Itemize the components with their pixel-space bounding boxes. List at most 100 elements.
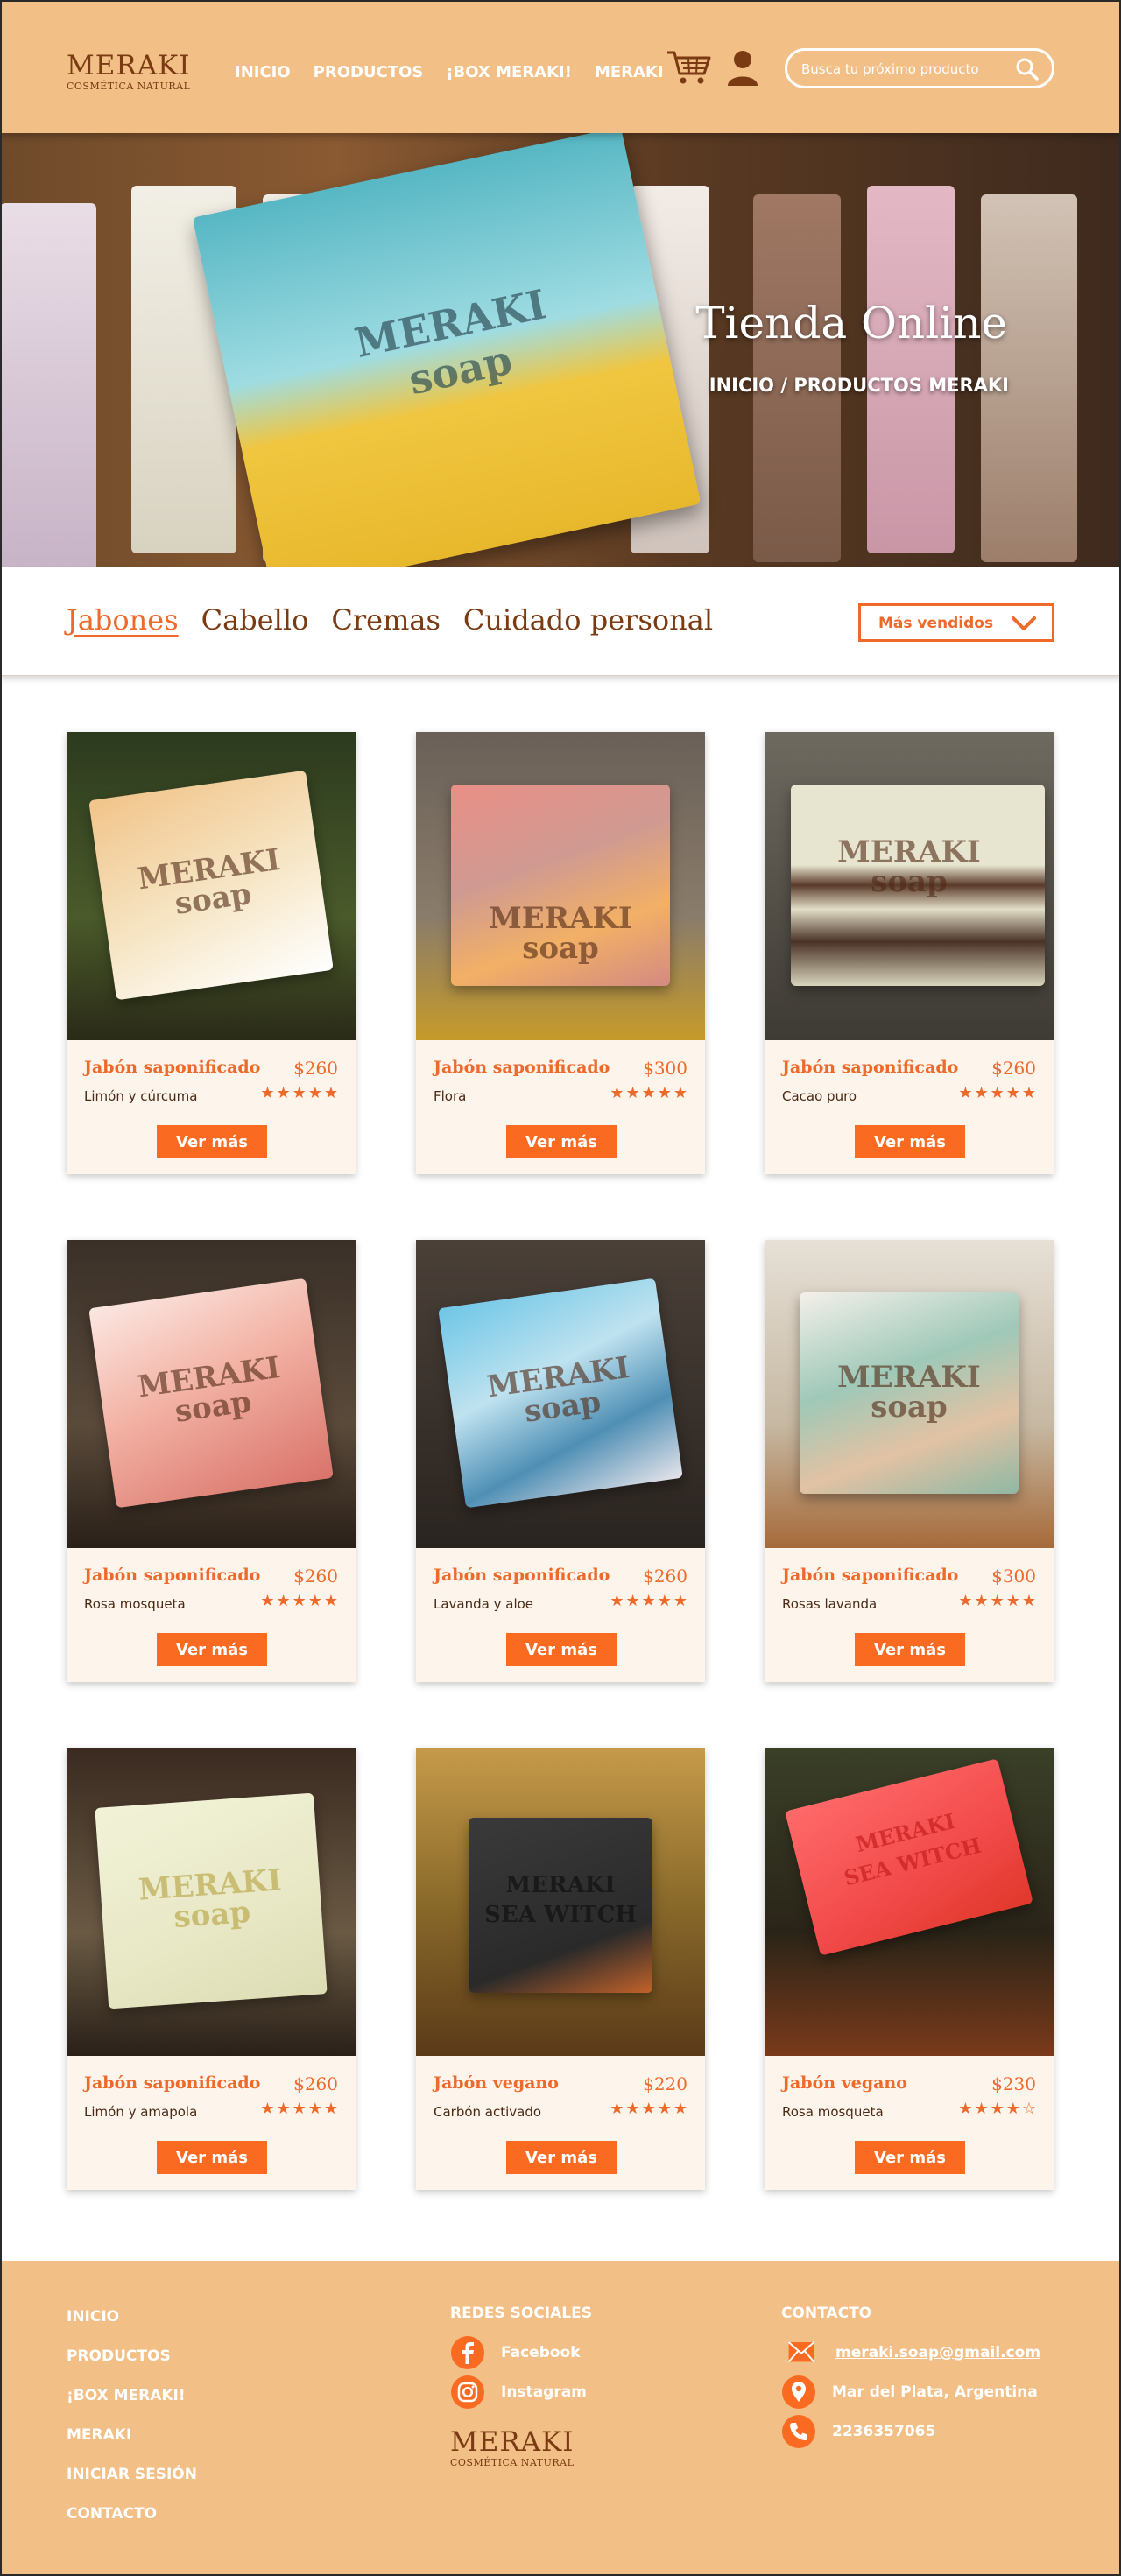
product-title: Jabón vegano [782, 2073, 907, 2093]
footer-link-box-meraki[interactable]: ¡BOX MERAKI! [67, 2383, 197, 2423]
mail-icon [787, 2340, 815, 2362]
product-image[interactable]: MERAKI soap [67, 1240, 356, 1548]
product-title: Jabón vegano [434, 2073, 559, 2093]
rating-stars: ★★★★☆ [958, 2100, 1038, 2118]
hero-title: Tienda Online [695, 298, 1007, 348]
facebook-link[interactable]: Facebook [450, 2333, 592, 2372]
ver-mas-button[interactable]: Ver más [157, 1125, 267, 1158]
search-bar [785, 48, 1054, 88]
contact-phone[interactable]: 2236357065 [781, 2411, 1040, 2451]
ver-mas-button[interactable]: Ver más [506, 2141, 617, 2174]
footer-link-productos[interactable]: PRODUCTOS [67, 2344, 197, 2383]
sort-dropdown[interactable]: Más vendidos [858, 603, 1054, 642]
tab-jabones[interactable]: Jabones [67, 603, 179, 637]
product-variant: Flora [434, 1088, 467, 1104]
footer-link-meraki[interactable]: MERAKI [67, 2423, 197, 2462]
footer-link-iniciar-sesion[interactable]: INICIAR SESIÓN [67, 2462, 197, 2502]
product-card: MERAKI SEA WITCH Jabón vegano $220 Carbón… [416, 1748, 705, 2190]
product-variant: Carbón activado [434, 2104, 542, 2120]
location-pin-icon [782, 2375, 815, 2409]
product-card: MERAKI soap Jabón saponificado $260 Rosa … [67, 1240, 356, 1682]
instagram-label: Instagram [501, 2382, 587, 2401]
product-card: MERAKI soap Jabón saponificado $300 Flora… [416, 732, 705, 1174]
contact-phone-text: 2236357065 [832, 2422, 936, 2440]
hero-soap-bar [0, 203, 96, 567]
footer-social: REDES SOCIALES Facebook Instagram MERAKI… [450, 2305, 592, 2468]
ver-mas-button[interactable]: Ver más [855, 2141, 965, 2174]
logo-name: MERAKI [67, 50, 191, 81]
product-title: Jabón saponificado [782, 1566, 959, 1585]
logo-tagline: COSMÉTICA NATURAL [67, 81, 191, 92]
product-card: MERAKI SEA WITCH Jabón vegano $230 Rosa m… [765, 1748, 1054, 2190]
product-title: Jabón saponificado [434, 1058, 610, 1077]
product-image[interactable]: MERAKI soap [67, 732, 356, 1040]
ver-mas-button[interactable]: Ver más [855, 1633, 965, 1666]
contact-heading: CONTACTO [781, 2305, 872, 2322]
instagram-link[interactable]: Instagram [450, 2372, 592, 2411]
brand-logo[interactable]: MERAKI COSMÉTICA NATURAL [67, 51, 191, 92]
nav-meraki[interactable]: MERAKI [595, 63, 664, 81]
footer-link-inicio[interactable]: INICIO [67, 2305, 197, 2344]
rating-stars: ★★★★★ [958, 1084, 1038, 1102]
contact-email-text: meraki.soap@gmail.com [835, 2343, 1041, 2361]
tab-cremas[interactable]: Cremas [331, 603, 441, 637]
product-variant: Rosas lavanda [782, 1596, 878, 1612]
product-price: $260 [991, 1058, 1036, 1079]
product-image[interactable]: MERAKI SEA WITCH [765, 1748, 1054, 2056]
product-price: $300 [991, 1566, 1036, 1587]
footer-logo-name: MERAKI [450, 2426, 575, 2458]
product-variant: Rosa mosqueta [84, 1596, 186, 1612]
tab-cuidado-personal[interactable]: Cuidado personal [463, 603, 713, 637]
product-image[interactable]: MERAKI soap [416, 732, 705, 1040]
rating-stars: ★★★★★ [610, 2100, 689, 2118]
product-title: Jabón saponificado [84, 1058, 261, 1077]
chevron-down-icon [1012, 616, 1036, 630]
category-bar: Jabones Cabello Cremas Cuidado personal … [0, 567, 1121, 676]
sort-label: Más vendidos [878, 615, 994, 632]
footer-link-contacto[interactable]: CONTACTO [67, 2502, 197, 2541]
site-header: MERAKI COSMÉTICA NATURAL INICIO PRODUCTO… [0, 0, 1121, 133]
cart-icon[interactable] [666, 49, 711, 86]
rating-stars: ★★★★★ [260, 2100, 340, 2118]
footer-logo: MERAKI COSMÉTICA NATURAL [450, 2427, 592, 2468]
product-price: $260 [293, 2073, 338, 2094]
tab-cabello[interactable]: Cabello [201, 603, 309, 637]
product-image[interactable]: MERAKI SEA WITCH [416, 1748, 705, 2056]
ver-mas-button[interactable]: Ver más [157, 2141, 267, 2174]
product-price: $300 [643, 1058, 687, 1079]
social-heading: REDES SOCIALES [450, 2305, 592, 2322]
user-icon[interactable] [725, 49, 760, 86]
breadcrumb[interactable]: INICIO / PRODUCTOS MERAKI [709, 375, 1009, 396]
product-image[interactable]: MERAKI soap [765, 1240, 1054, 1548]
product-price: $230 [991, 2073, 1036, 2094]
ver-mas-button[interactable]: Ver más [506, 1633, 617, 1666]
contact-location-text: Mar del Plata, Argentina [832, 2382, 1038, 2401]
search-input[interactable] [801, 59, 1012, 80]
ver-mas-button[interactable]: Ver más [855, 1125, 965, 1158]
product-price: $260 [293, 1058, 338, 1079]
product-image[interactable]: MERAKI soap [765, 732, 1054, 1040]
footer-logo-tagline: COSMÉTICA NATURAL [450, 2457, 575, 2468]
rating-stars: ★★★★★ [260, 1592, 340, 1610]
nav-box-meraki[interactable]: ¡BOX MERAKI! [446, 63, 572, 81]
product-price: $220 [643, 2073, 687, 2094]
site-footer: INICIO PRODUCTOS ¡BOX MERAKI! MERAKI INI… [0, 2261, 1121, 2576]
search-icon[interactable] [1015, 57, 1040, 81]
product-price: $260 [643, 1566, 687, 1587]
product-title: Jabón saponificado [434, 1566, 610, 1585]
nav-productos[interactable]: PRODUCTOS [314, 63, 424, 81]
nav-inicio[interactable]: INICIO [235, 63, 291, 81]
ver-mas-button[interactable]: Ver más [506, 1125, 617, 1158]
contact-email[interactable]: meraki.soap@gmail.com [781, 2333, 1040, 2372]
product-card: MERAKI soap Jabón saponificado $260 Lavan… [416, 1240, 705, 1682]
rating-stars: ★★★★★ [958, 1592, 1038, 1610]
footer-contact: CONTACTO meraki.soap@gmail.com Mar del P… [781, 2305, 1040, 2451]
main-nav: INICIO PRODUCTOS ¡BOX MERAKI! MERAKI [235, 63, 687, 81]
product-image[interactable]: MERAKI soap [67, 1748, 356, 2056]
ver-mas-button[interactable]: Ver más [157, 1633, 267, 1666]
hero-soap-bar [867, 186, 955, 553]
contact-location: Mar del Plata, Argentina [781, 2372, 1040, 2411]
product-card: MERAKI soap Jabón saponificado $260 Limón… [67, 1748, 356, 2190]
product-image[interactable]: MERAKI soap [416, 1240, 705, 1548]
product-title: Jabón saponificado [84, 1566, 261, 1585]
